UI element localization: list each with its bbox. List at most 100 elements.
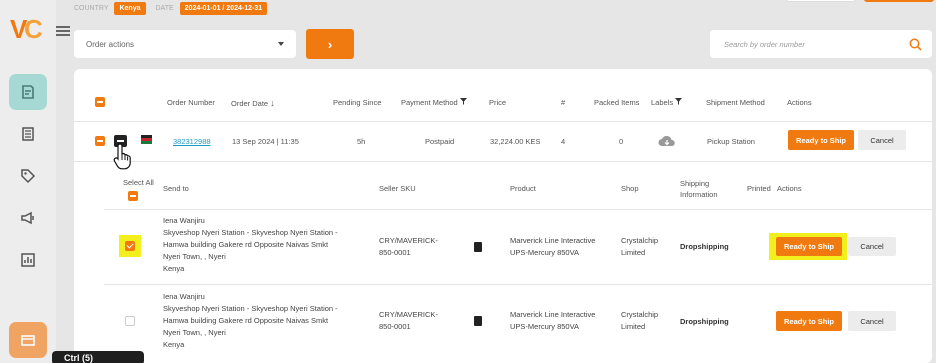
pending-since: 5h bbox=[357, 137, 366, 146]
list-icon[interactable] bbox=[9, 116, 47, 152]
packed-items: 0 bbox=[619, 137, 624, 146]
chevron-down-icon bbox=[278, 42, 284, 46]
address-line: Skyveshop Nyeri Station - Skyveshop Nyer… bbox=[163, 304, 338, 313]
select-all-items-checkbox[interactable] bbox=[128, 191, 138, 201]
recipient-name: Iena Wanjiru bbox=[163, 292, 205, 301]
select-all-orders-checkbox[interactable] bbox=[95, 97, 105, 107]
sku-line: 850-0001 bbox=[379, 248, 411, 257]
apply-action-button[interactable]: › bbox=[306, 29, 354, 59]
col-order-date[interactable]: Order Date ↓ bbox=[231, 98, 275, 108]
top-primary-button[interactable] bbox=[864, 0, 934, 2]
sku-line: 850-0001 bbox=[379, 322, 411, 331]
col-printed: Printed bbox=[747, 184, 771, 193]
item-address: Iena Wanjiru Skyveshop Nyeri Station - S… bbox=[163, 215, 373, 275]
shipment-method: Pickup Station bbox=[707, 137, 755, 146]
address-line: Nyeri Town, , Nyeri bbox=[163, 252, 226, 261]
logo: VC bbox=[10, 14, 43, 44]
product-line: UPS-Mercury 850VA bbox=[510, 322, 580, 331]
cancel-button[interactable]: Cancel bbox=[858, 130, 906, 150]
product-line: Marverick Line Interactive bbox=[510, 236, 596, 245]
select-all-label: Select All bbox=[123, 178, 154, 187]
col-pending-since: Pending Since bbox=[333, 98, 382, 107]
product-line: UPS-Mercury 850VA bbox=[510, 248, 580, 257]
hand-cursor-icon bbox=[113, 143, 131, 170]
item-cancel-button[interactable]: Cancel bbox=[848, 311, 896, 331]
item-cancel-button[interactable]: Cancel bbox=[848, 237, 896, 256]
address-line: Hamwa building Gakere rd Opposite Naivas… bbox=[163, 316, 329, 325]
orders-icon[interactable] bbox=[9, 74, 47, 110]
price: 32,224.00 KES bbox=[490, 137, 541, 146]
ready-to-ship-button[interactable]: Ready to Ship bbox=[788, 130, 854, 150]
product-thumbnail bbox=[474, 242, 482, 252]
tooltip: Ctrl (5) bbox=[52, 351, 144, 363]
search-box bbox=[710, 30, 932, 58]
col-send-to: Send to bbox=[163, 184, 189, 193]
product-thumbnail bbox=[474, 316, 482, 326]
top-secondary-button[interactable] bbox=[786, 0, 856, 2]
filter-icon[interactable] bbox=[459, 98, 467, 105]
col-actions: Actions bbox=[787, 98, 812, 107]
filter-bar: COUNTRY Kenya DATE 2024-01-01 / 2024-12-… bbox=[72, 0, 275, 16]
col-product: Product bbox=[510, 184, 536, 193]
tag-icon[interactable] bbox=[9, 158, 47, 194]
col-packed-items: Packed Items bbox=[594, 98, 640, 107]
item-checkbox[interactable] bbox=[125, 316, 135, 326]
divider bbox=[74, 161, 932, 162]
col-shop: Shop bbox=[621, 184, 639, 193]
col-sub-actions: Actions bbox=[777, 184, 802, 193]
col-order-date-label: Order Date bbox=[231, 99, 269, 108]
date-chip[interactable]: 2024-01-01 / 2024-12-31 bbox=[179, 1, 268, 15]
col-shipping-information: Shipping Information bbox=[680, 179, 718, 199]
search-input[interactable] bbox=[724, 39, 909, 49]
sort-down-icon[interactable]: ↓ bbox=[270, 98, 275, 108]
shop-line: Crystalchip bbox=[621, 310, 659, 319]
col-labels-label: Labels bbox=[651, 98, 674, 107]
col-seller-sku: Seller SKU bbox=[379, 184, 416, 193]
order-number-link[interactable]: 382312988 bbox=[173, 137, 211, 146]
item-product: Marverick Line Interactive UPS-Mercury 8… bbox=[510, 235, 618, 259]
megaphone-icon[interactable] bbox=[9, 200, 47, 236]
col-shipment-method: Shipment Method bbox=[706, 98, 765, 107]
sku-line: CRY/MAVERICK- bbox=[379, 310, 438, 319]
order-actions-select[interactable]: Order actions bbox=[74, 30, 296, 58]
chart-icon[interactable] bbox=[9, 242, 47, 278]
item-shop: Crystalchip Limited bbox=[621, 309, 681, 333]
shipping-info: Dropshipping bbox=[680, 317, 729, 326]
item-address: Iena Wanjiru Skyveshop Nyeri Station - S… bbox=[163, 291, 373, 351]
date-label: DATE bbox=[155, 4, 174, 12]
col-payment-method[interactable]: Payment Method bbox=[401, 98, 467, 107]
address-country: Kenya bbox=[163, 264, 185, 273]
item-checkbox[interactable] bbox=[125, 241, 135, 251]
cloud-download-icon[interactable] bbox=[658, 135, 676, 147]
country-chip[interactable]: Kenya bbox=[114, 1, 146, 15]
col-order-number: Order Number bbox=[167, 98, 215, 107]
address-line: Skyveshop Nyeri Station - Skyveshop Nyer… bbox=[163, 228, 338, 237]
divider bbox=[74, 121, 932, 122]
store-icon[interactable] bbox=[9, 322, 47, 358]
orders-panel: Order Number Order Date ↓ Pending Since … bbox=[74, 69, 932, 363]
divider bbox=[104, 284, 932, 285]
order-checkbox[interactable] bbox=[95, 136, 105, 146]
payment-method: Postpaid bbox=[425, 137, 455, 146]
menu-toggle-icon[interactable] bbox=[56, 26, 70, 38]
col-labels[interactable]: Labels bbox=[651, 98, 683, 107]
col-payment-method-label: Payment Method bbox=[401, 98, 458, 107]
address-line: Hamwa building Gakere rd Opposite Naivas… bbox=[163, 240, 329, 249]
sku-line: CRY/MAVERICK- bbox=[379, 236, 438, 245]
item-product: Marverick Line Interactive UPS-Mercury 8… bbox=[510, 309, 618, 333]
col-price: Price bbox=[489, 98, 507, 107]
kenya-flag-icon bbox=[141, 135, 152, 144]
shipping-info: Dropshipping bbox=[680, 242, 729, 251]
item-ready-to-ship-button[interactable]: Ready to Ship bbox=[776, 311, 842, 331]
item-ready-to-ship-button[interactable]: Ready to Ship bbox=[776, 237, 842, 256]
recipient-name: Iena Wanjiru bbox=[163, 216, 205, 225]
order-date: 13 Sep 2024 | 11:35 bbox=[232, 137, 299, 146]
shop-line: Limited bbox=[621, 322, 646, 331]
item-shop: Crystalchip Limited bbox=[621, 235, 681, 259]
item-sku: CRY/MAVERICK- 850-0001 bbox=[379, 235, 469, 259]
divider bbox=[104, 209, 932, 210]
filter-icon[interactable] bbox=[675, 98, 683, 105]
search-icon[interactable] bbox=[909, 38, 922, 51]
item-sku: CRY/MAVERICK- 850-0001 bbox=[379, 309, 469, 333]
address-country: Kenya bbox=[163, 340, 185, 349]
